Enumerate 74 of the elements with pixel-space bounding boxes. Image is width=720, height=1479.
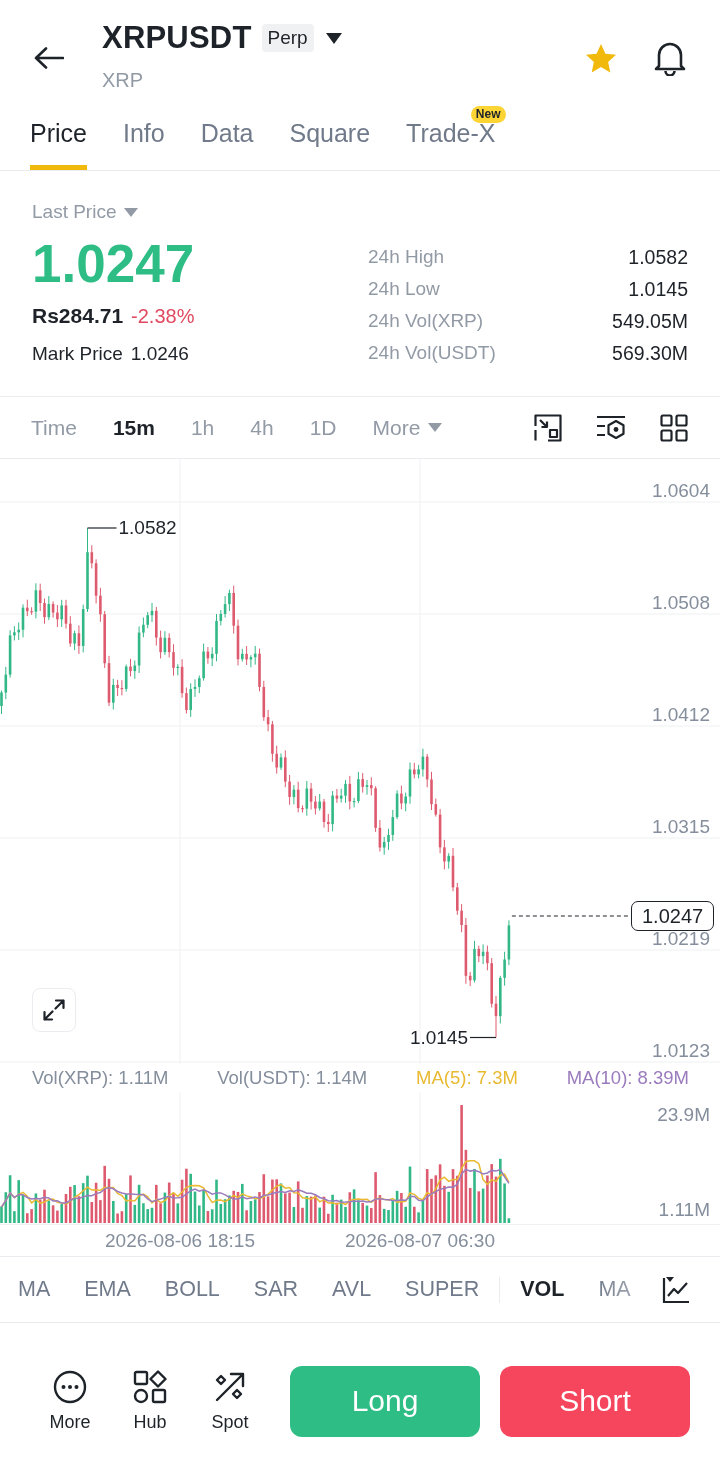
tab[interactable]: Price bbox=[30, 105, 87, 170]
grid-icon[interactable] bbox=[660, 413, 688, 442]
contract-type-badge: Perp bbox=[261, 24, 314, 52]
interval-tab[interactable]: 15m bbox=[112, 415, 155, 440]
low-price-label: 1.0145 bbox=[409, 1025, 468, 1050]
interval-tab[interactable]: Time bbox=[31, 415, 77, 440]
price-axis-label: 1.0412 bbox=[651, 705, 710, 725]
volume-legend-item: Vol(USDT): 1.14M bbox=[217, 1067, 368, 1089]
interval-tab[interactable]: 1D bbox=[309, 415, 337, 440]
last-price-tag: 1.0247 bbox=[631, 901, 715, 931]
mark-price-value: 1.0246 bbox=[130, 342, 189, 366]
stat-label: 24h High bbox=[368, 246, 446, 268]
stat-value: 1.0582 bbox=[627, 245, 688, 269]
volume-legend-item: MA(5): 7.3M bbox=[416, 1067, 518, 1089]
expand-icon bbox=[43, 999, 65, 1021]
tab[interactable]: Data bbox=[200, 105, 254, 170]
indicator-tab[interactable]: BOLL bbox=[164, 1277, 220, 1302]
interval-tab[interactable]: More bbox=[372, 415, 443, 440]
volume-legend-item: MA(10): 8.39M bbox=[566, 1067, 689, 1089]
star-icon[interactable] bbox=[584, 43, 618, 73]
indicator-tab[interactable]: AVL bbox=[332, 1277, 372, 1302]
interval-tab[interactable]: 1h bbox=[190, 415, 215, 440]
stat-value: 1.0145 bbox=[627, 277, 688, 301]
action-button[interactable]: Spot bbox=[200, 1369, 260, 1433]
indicator-tab[interactable]: MA bbox=[18, 1277, 51, 1302]
tab[interactable]: Info bbox=[122, 105, 165, 170]
leader-line bbox=[86, 527, 118, 529]
last-price: 1.0247 bbox=[32, 236, 195, 292]
high-price-label: 1.0582 bbox=[118, 516, 177, 540]
stat-label: 24h Low bbox=[368, 278, 441, 300]
price-axis-label: 1.0219 bbox=[651, 929, 710, 949]
volume-axis-label: 1.11M bbox=[658, 1200, 710, 1220]
interval-tab[interactable]: 4h bbox=[250, 415, 274, 440]
more-icon bbox=[53, 1369, 87, 1404]
pair-title: XRPUSDT bbox=[102, 20, 252, 56]
stat-label: 24h Vol(USDT) bbox=[368, 342, 497, 364]
caret-icon[interactable] bbox=[325, 32, 342, 44]
indicator-tab[interactable]: SUPER bbox=[405, 1277, 480, 1302]
indicator-tab[interactable]: SAR bbox=[253, 1277, 299, 1302]
price-change: -2.38% bbox=[131, 304, 195, 329]
price-axis-label: 1.0315 bbox=[651, 817, 710, 837]
price-axis-label: 1.0508 bbox=[651, 593, 710, 613]
list-settings-icon[interactable] bbox=[596, 414, 626, 441]
indicator-tab[interactable]: MA bbox=[598, 1277, 631, 1302]
long-button[interactable]: Long bbox=[290, 1365, 480, 1437]
volume-axis-label: 23.9M bbox=[657, 1105, 710, 1125]
indicator-tab[interactable]: EMA bbox=[84, 1277, 131, 1302]
action-button[interactable]: Hub bbox=[120, 1369, 180, 1433]
bell-icon[interactable] bbox=[654, 40, 686, 76]
fiat-price: Rs284.71 bbox=[32, 303, 124, 329]
stat-value: 569.30M bbox=[612, 341, 688, 365]
new-badge: New bbox=[470, 106, 506, 123]
tab[interactable]: Square bbox=[289, 105, 371, 170]
indicator-tab[interactable]: VOL bbox=[520, 1277, 565, 1302]
caret-icon bbox=[124, 207, 139, 217]
tab[interactable]: Trade-X New bbox=[406, 105, 506, 170]
stat-label: 24h Vol(XRP) bbox=[368, 310, 485, 332]
price-type-dropdown[interactable]: Last Price bbox=[32, 200, 139, 224]
stat-value: 549.05M bbox=[612, 309, 688, 333]
shapes-grid-icon bbox=[133, 1369, 167, 1404]
volume-legend-item: Vol(XRP): 1.11M bbox=[32, 1067, 169, 1089]
mark-price-label: Mark Price bbox=[32, 342, 123, 366]
expand-button[interactable] bbox=[32, 988, 76, 1032]
action-button[interactable]: More bbox=[40, 1369, 100, 1433]
short-button[interactable]: Short bbox=[500, 1365, 690, 1437]
time-axis-label: 2026-08-07 06:30 bbox=[345, 1229, 495, 1253]
time-axis-label: 2026-08-06 18:15 bbox=[105, 1229, 255, 1253]
price-axis-label: 1.0123 bbox=[651, 1041, 710, 1061]
price-axis-label: 1.0604 bbox=[651, 481, 710, 501]
picture-in-picture-icon[interactable] bbox=[534, 413, 562, 442]
leader-line bbox=[469, 1036, 497, 1039]
base-asset-label: XRP bbox=[102, 68, 145, 92]
back-icon[interactable] bbox=[34, 47, 64, 69]
line-chart-icon[interactable] bbox=[662, 1275, 690, 1304]
